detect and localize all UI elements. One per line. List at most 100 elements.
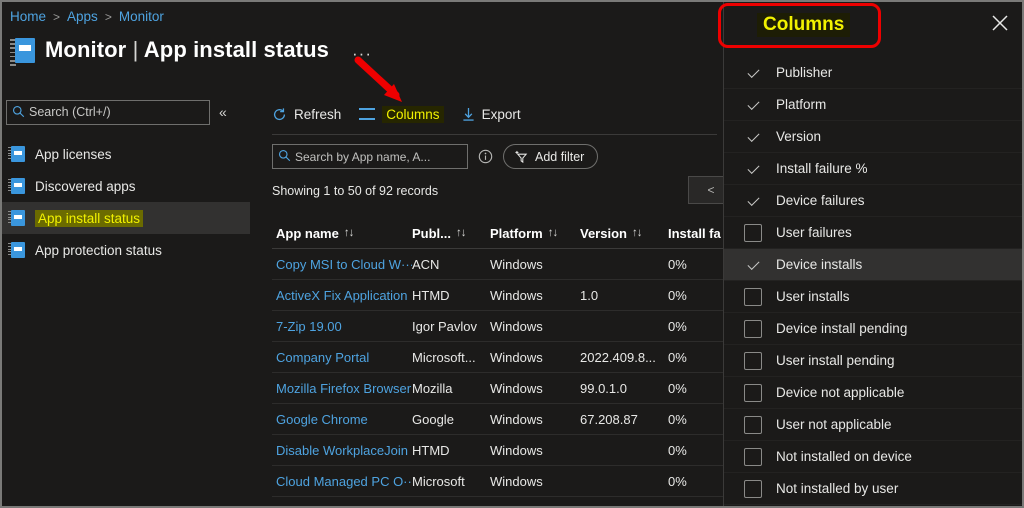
cell-version: 99.0.1.0	[580, 380, 627, 396]
search-icon	[12, 105, 25, 117]
cell-platform: Windows	[490, 256, 543, 272]
table-row[interactable]: Company Portal Microsoft... Windows 2022…	[272, 342, 742, 373]
cell-publisher: Mozilla	[412, 380, 453, 396]
checkbox-icon[interactable]	[744, 287, 762, 306]
breadcrumb: Home > Apps > Monitor	[10, 9, 164, 24]
cell-app-name[interactable]: Disable WorkplaceJoin	[272, 443, 412, 458]
columns-option-not-installed-by-user[interactable]: Not installed by user	[724, 473, 1024, 505]
sort-icon[interactable]: ↑↓	[632, 227, 642, 239]
close-icon[interactable]	[989, 12, 1011, 34]
columns-option-device-install-pending[interactable]: Device install pending	[724, 313, 1024, 345]
column-header-app-name[interactable]: App name ↑↓	[272, 226, 412, 241]
export-label: Export	[481, 106, 521, 122]
refresh-icon	[274, 107, 286, 120]
sort-icon[interactable]: ↑↓	[456, 227, 466, 239]
cell-app-name[interactable]: Cloud Managed PC O···	[272, 474, 412, 489]
refresh-button[interactable]: Refresh	[272, 107, 341, 122]
cell-app-name[interactable]: Google Chrome	[272, 412, 412, 427]
cell-platform: Windows	[490, 411, 543, 427]
table-row[interactable]: Mozilla Firefox Browser Mozilla Windows …	[272, 373, 742, 404]
columns-option-publisher[interactable]: Publisher	[724, 57, 1024, 89]
sort-icon[interactable]: ↑↓	[548, 227, 558, 239]
columns-option-user-not-applicable[interactable]: User not applicable	[724, 409, 1024, 441]
checkbox-icon[interactable]	[744, 415, 762, 434]
checkbox-icon[interactable]	[744, 383, 762, 402]
breadcrumb-item-home[interactable]: Home	[10, 9, 46, 24]
columns-option-device-not-applicable[interactable]: Device not applicable	[724, 377, 1024, 409]
sidebar-item-label: App protection status	[35, 242, 162, 258]
columns-option-platform[interactable]: Platform	[724, 89, 1024, 121]
column-header-install-failure[interactable]: Install fa	[668, 226, 728, 241]
notebook-icon	[8, 145, 25, 163]
sidebar-search-box[interactable]	[6, 99, 210, 125]
column-header-publisher[interactable]: Publ... ↑↓	[412, 226, 490, 241]
sidebar-nav-list: App licenses Discovered apps App install…	[0, 138, 250, 266]
info-icon[interactable]	[478, 149, 493, 164]
columns-option-device-installs[interactable]: Device installs	[724, 249, 1024, 281]
checkbox-icon[interactable]	[744, 160, 762, 178]
breadcrumb-item-apps[interactable]: Apps	[67, 9, 98, 24]
columns-option-device-failures[interactable]: Device failures	[724, 185, 1024, 217]
table-row[interactable]: Google Chrome Google Windows 67.208.87 0…	[272, 404, 742, 435]
checkbox-icon[interactable]	[744, 256, 762, 274]
table-row[interactable]: Copy MSI to Cloud W··· ACN Windows 0%	[272, 249, 742, 280]
columns-button[interactable]: Columns	[359, 105, 444, 123]
cell-platform: Windows	[490, 318, 543, 334]
table-row[interactable]: 7-Zip 19.00 Igor Pavlov Windows 0%	[272, 311, 742, 342]
records-count: Showing 1 to 50 of 92 records	[272, 184, 439, 198]
checkbox-icon[interactable]	[744, 351, 762, 370]
cell-version: 1.0	[580, 287, 599, 303]
checkbox-icon[interactable]	[744, 223, 762, 242]
columns-option-label: User failures	[776, 225, 852, 240]
checkbox-icon[interactable]	[744, 192, 762, 210]
breadcrumb-item-monitor[interactable]: Monitor	[119, 9, 164, 24]
columns-option-label: Device failures	[776, 193, 865, 208]
cell-publisher: Igor Pavlov	[412, 318, 478, 334]
sidebar-item-app-install-status[interactable]: App install status	[0, 202, 250, 234]
sidebar-item-app-licenses[interactable]: App licenses	[0, 138, 250, 170]
columns-option-user-installs[interactable]: User installs	[724, 281, 1024, 313]
more-options-button[interactable]: ···	[352, 44, 372, 64]
cell-app-name[interactable]: ActiveX Fix Application	[272, 288, 412, 303]
table-search-box[interactable]	[272, 144, 468, 169]
column-header-platform[interactable]: Platform ↑↓	[490, 226, 580, 241]
cell-app-name[interactable]: Mozilla Firefox Browser	[272, 381, 412, 396]
notebook-icon	[10, 36, 36, 66]
columns-option-not-installed-on-device[interactable]: Not installed on device	[724, 441, 1024, 473]
sort-icon[interactable]: ↑↓	[344, 227, 354, 239]
add-filter-button[interactable]: Add filter	[503, 144, 599, 169]
columns-option-label: Publisher	[776, 65, 833, 80]
cell-install-failure: 0%	[668, 380, 687, 396]
table-row[interactable]: Disable WorkplaceJoin HTMD Windows 0%	[272, 435, 742, 466]
cell-app-name[interactable]: Copy MSI to Cloud W···	[272, 257, 412, 272]
page-title-separator: |	[132, 37, 139, 62]
table-search-input[interactable]	[295, 149, 459, 164]
table-row[interactable]: Cloud Managed PC O··· Microsoft Windows …	[272, 466, 742, 497]
checkbox-icon[interactable]	[744, 447, 762, 466]
cell-version: 67.208.87	[580, 411, 638, 427]
columns-option-version[interactable]: Version	[724, 121, 1024, 153]
sidebar-item-label: App install status	[35, 209, 144, 227]
columns-option-install-failure-percent[interactable]: Install failure %	[724, 153, 1024, 185]
cell-app-name[interactable]: Company Portal	[272, 350, 412, 365]
export-button[interactable]: Export	[462, 107, 521, 122]
columns-option-label: User install pending	[776, 353, 895, 368]
columns-option-label: Not installed by user	[776, 481, 899, 496]
checkbox-icon[interactable]	[744, 319, 762, 338]
sidebar-item-discovered-apps[interactable]: Discovered apps	[0, 170, 250, 202]
cell-publisher: ACN	[412, 256, 440, 272]
checkbox-icon[interactable]	[744, 64, 762, 82]
sidebar-search-input[interactable]	[29, 105, 199, 119]
column-header-label: Install fa	[668, 225, 721, 241]
checkbox-icon[interactable]	[744, 128, 762, 146]
checkbox-icon[interactable]	[744, 96, 762, 114]
sidebar-collapse-button[interactable]: «	[219, 104, 227, 120]
table-row[interactable]: ActiveX Fix Application HTMD Windows 1.0…	[272, 280, 742, 311]
columns-option-user-failures[interactable]: User failures	[724, 217, 1024, 249]
cell-app-name[interactable]: 7-Zip 19.00	[272, 319, 412, 334]
checkbox-icon[interactable]	[744, 479, 762, 498]
column-header-label: Version	[580, 225, 627, 241]
sidebar-item-app-protection-status[interactable]: App protection status	[0, 234, 250, 266]
columns-option-user-install-pending[interactable]: User install pending	[724, 345, 1024, 377]
column-header-version[interactable]: Version ↑↓	[580, 226, 668, 241]
